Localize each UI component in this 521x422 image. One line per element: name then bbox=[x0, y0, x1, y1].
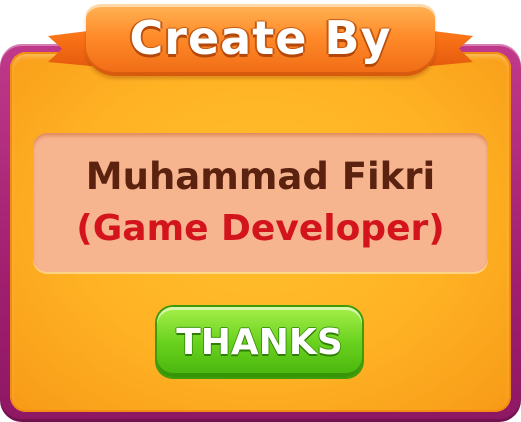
credits-info-box: Muhammad Fikri (Game Developer) bbox=[33, 133, 488, 272]
thanks-button[interactable]: THANKS bbox=[157, 307, 362, 377]
developer-name: Muhammad Fikri bbox=[85, 154, 436, 198]
title-ribbon: Create By bbox=[86, 4, 435, 76]
developer-role: (Game Developer) bbox=[76, 207, 445, 249]
dialog-title: Create By bbox=[129, 11, 392, 65]
credits-dialog: Create By Muhammad Fikri (Game Developer… bbox=[0, 0, 521, 422]
thanks-button-label: THANKS bbox=[176, 321, 343, 363]
